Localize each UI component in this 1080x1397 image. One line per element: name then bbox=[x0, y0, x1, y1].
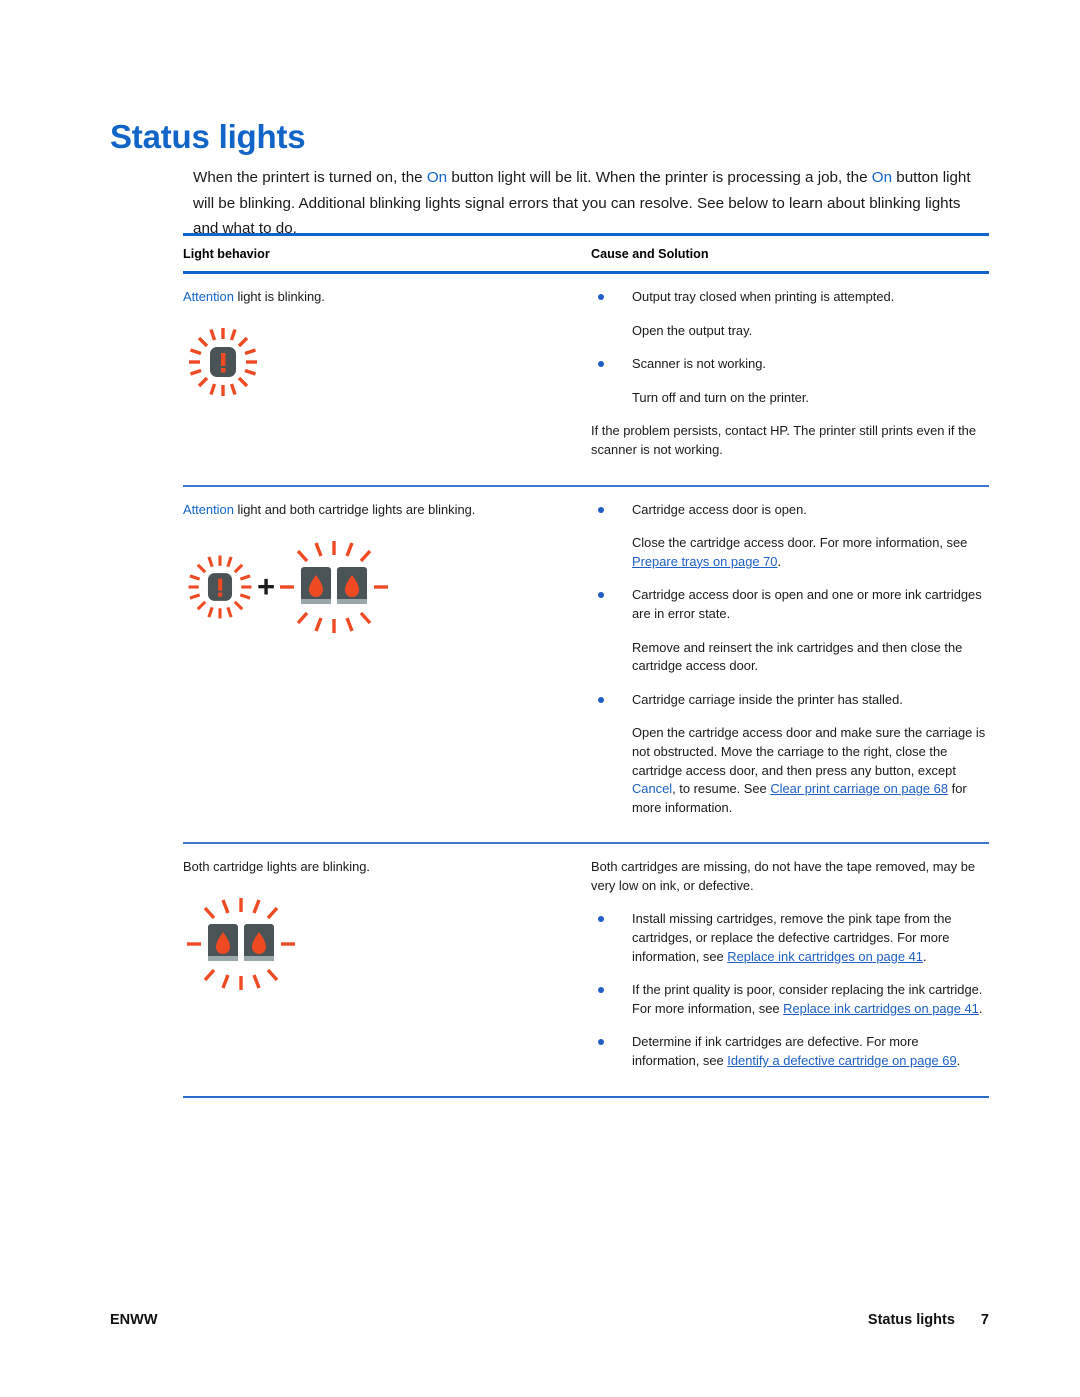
solution-bullet-item: Determine if ink cartridges are defectiv… bbox=[591, 1033, 989, 1070]
footer-language-code: ENWW bbox=[110, 1312, 158, 1328]
footer-page-number: 7 bbox=[980, 1312, 989, 1328]
inline-keyword: On bbox=[871, 169, 893, 187]
solution-bullet-item: Cartridge access door is open and one or… bbox=[591, 586, 989, 623]
text-run: Close the cartridge access door. For mor… bbox=[632, 535, 968, 551]
document-page: Status lights When the printert is turne… bbox=[0, 0, 1080, 1397]
page-title: Status lights bbox=[110, 118, 306, 156]
icon-container-0 bbox=[183, 322, 591, 407]
cell-cause-and-solution: Both cartridges are missing, do not have… bbox=[591, 844, 989, 1095]
table-row: Attention light is blinking. Output tray… bbox=[183, 274, 989, 485]
solution-paragraph: Close the cartridge access door. For mor… bbox=[591, 534, 989, 571]
intro-paragraph: When the printert is turned on, the On b… bbox=[193, 165, 989, 242]
solution-bullet-item: If the print quality is poor, consider r… bbox=[591, 981, 989, 1018]
solution-paragraph: Open the output tray. bbox=[632, 322, 753, 338]
solution-bullet-item: Cartridge carriage inside the printer ha… bbox=[591, 691, 989, 710]
table-header-row: Light behavior Cause and Solution bbox=[183, 236, 989, 271]
text-run: light is blinking. bbox=[233, 289, 325, 304]
behavior-text-0: Attention light is blinking. bbox=[183, 288, 591, 306]
attention-light-blinking-icon bbox=[189, 328, 257, 396]
icon-container-2 bbox=[183, 892, 591, 1001]
cross-reference-link[interactable]: Replace ink cartridges on page 41 bbox=[727, 949, 923, 964]
plus-symbol: + bbox=[257, 569, 276, 605]
cross-reference-link[interactable]: Clear print carriage on page 68 bbox=[770, 781, 948, 796]
solution-paragraph: Turn off and turn on the printer. bbox=[632, 389, 809, 405]
inline-keyword: Attention bbox=[183, 289, 234, 304]
inline-keyword: On bbox=[426, 169, 448, 187]
cross-reference-link[interactable]: Replace ink cartridges on page 41 bbox=[783, 1001, 979, 1016]
cell-light-behavior: Attention light and both cartridge light… bbox=[183, 487, 591, 649]
text-run: Open the cartridge access door and make … bbox=[632, 725, 986, 778]
both-cartridge-lights-icon bbox=[280, 540, 389, 633]
solution-paragraph: Remove and reinsert the ink cartridges a… bbox=[632, 639, 963, 674]
text-run: light and both cartridge lights are blin… bbox=[233, 501, 476, 517]
solution-bullet-item: Scanner is not working. bbox=[591, 355, 989, 374]
text-run: . bbox=[777, 553, 782, 569]
cell-light-behavior: Both cartridge lights are blinking. bbox=[183, 844, 591, 1011]
solution-paragraph: Open the cartridge access door and make … bbox=[591, 724, 989, 817]
inline-keyword: Attention bbox=[183, 501, 234, 517]
solution-bullet-item: Cartridge access door is open. bbox=[591, 501, 989, 520]
attention-light-icon bbox=[188, 555, 252, 619]
column-header-cause-and-solution: Cause and Solution bbox=[591, 247, 709, 261]
both-cartridge-lights-blinking-icon bbox=[187, 898, 295, 991]
cell-cause-and-solution: Cartridge access door is open. Close the … bbox=[591, 487, 989, 843]
text-run: . bbox=[956, 1053, 961, 1069]
behavior-text-2: Both cartridge lights are blinking. bbox=[183, 858, 591, 876]
text-run: . bbox=[922, 948, 927, 964]
table-bottom-rule bbox=[183, 1095, 989, 1098]
status-lights-table: Light behavior Cause and Solution Attent… bbox=[183, 233, 989, 1098]
text-run: . bbox=[978, 1000, 983, 1016]
footer-section-title: Status lights bbox=[867, 1312, 955, 1328]
table-row: Both cartridge lights are blinking. Both… bbox=[183, 844, 989, 1095]
column-header-light-behavior: Light behavior bbox=[183, 247, 270, 261]
solution-bullet-item: Output tray closed when printing is atte… bbox=[591, 288, 989, 307]
text-run: button light will be lit. When the print… bbox=[447, 169, 872, 187]
behavior-text-1: Attention light and both cartridge light… bbox=[183, 501, 591, 519]
footer-section: Status lights 7 bbox=[868, 1312, 989, 1328]
icon-container-1: + bbox=[183, 535, 591, 639]
cross-reference-link[interactable]: Prepare trays on page 70 bbox=[632, 554, 777, 569]
inline-keyword: Cancel bbox=[632, 781, 673, 797]
solution-paragraph: If the problem persists, contact HP. The… bbox=[591, 423, 976, 457]
solution-bullet-item: Install missing cartridges, remove the p… bbox=[591, 910, 989, 966]
cell-cause-and-solution: Output tray closed when printing is atte… bbox=[591, 274, 989, 485]
cell-light-behavior: Attention light is blinking. bbox=[183, 274, 591, 417]
solution-paragraph: Both cartridges are missing, do not have… bbox=[591, 859, 976, 893]
text-run: , to resume. See bbox=[672, 781, 771, 797]
cross-reference-link[interactable]: Identify a defective cartridge on page 6… bbox=[727, 1053, 956, 1068]
text-run: Both cartridge lights are blinking. bbox=[183, 859, 371, 875]
table-row: Attention light and both cartridge light… bbox=[183, 487, 989, 843]
text-run: When the printert is turned on, the bbox=[193, 169, 427, 187]
